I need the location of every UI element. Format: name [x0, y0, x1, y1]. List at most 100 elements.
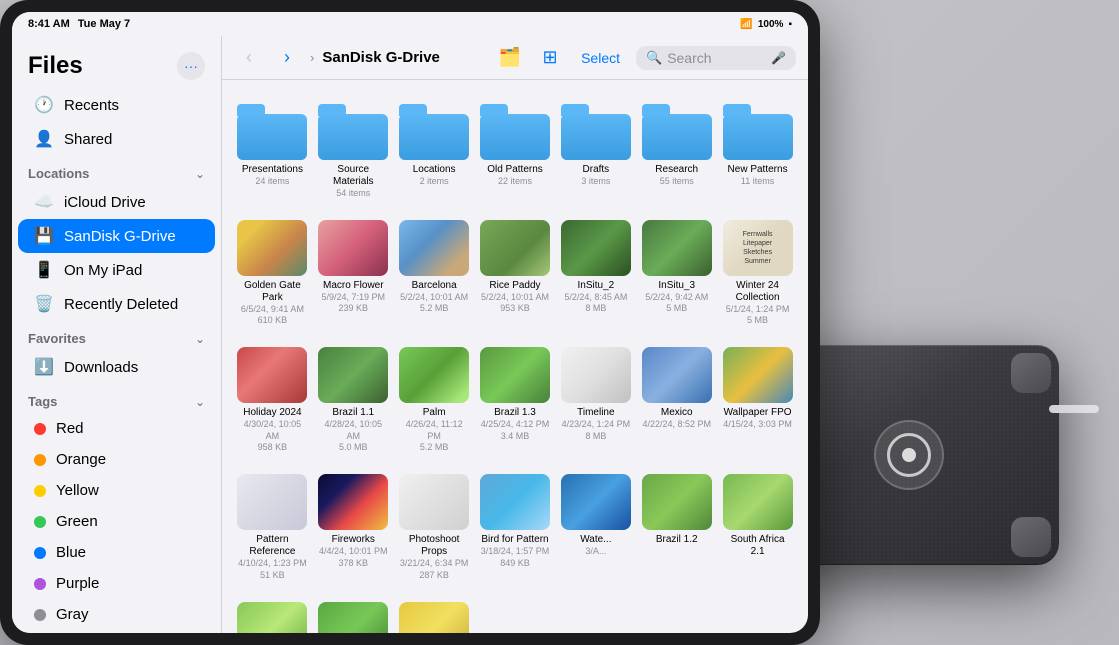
status-right: 📶 100% ▪ [740, 19, 792, 30]
thumb-winter24: FernwallsLitepaperSketchesSummer [723, 220, 793, 276]
folder-presentations[interactable]: Presentations 24 items [234, 96, 311, 208]
file-grid: Presentations 24 items Source Materials … [222, 80, 808, 633]
file-timeline[interactable]: Timeline 4/23/24, 1:24 PM8 MB [557, 339, 634, 462]
search-bar[interactable]: 🔍 Search 🎤 [636, 46, 796, 70]
file-argentina[interactable]: Argentina [234, 594, 311, 634]
file-fern22[interactable]: Fern 22 [315, 594, 392, 634]
file-insitu3-meta: 5/2/24, 9:42 AM5 MB [645, 292, 708, 315]
sidebar-item-downloads[interactable]: ⬇️ Downloads [18, 350, 215, 384]
ipad-screen: 8:41 AM Tue May 7 📶 100% ▪ Files ··· [12, 12, 808, 633]
file-photoshoot-name: Photoshoot Props [400, 534, 469, 558]
sidebar-item-tag-gray[interactable]: Gray [18, 599, 215, 630]
file-barcelona-name: Barcelona [412, 280, 457, 292]
file-tha[interactable]: Tha... [396, 594, 473, 634]
sidebar-item-sandisk[interactable]: 💾 SanDisk G-Drive [18, 219, 215, 253]
thumb-insitu3 [642, 220, 712, 276]
file-south-africa[interactable]: South Africa 2.1 [719, 466, 796, 589]
folder-icon-drafts [561, 104, 631, 160]
select-button[interactable]: Select [575, 46, 626, 70]
folder-new-patterns-name: New Patterns [728, 164, 788, 176]
sidebar-item-recently-deleted[interactable]: 🗑️ Recently Deleted [18, 287, 215, 321]
purple-tag-label: Purple [56, 575, 99, 592]
file-fireworks[interactable]: Fireworks 4/4/24, 10:01 PM378 KB [315, 466, 392, 589]
thumb-water [561, 474, 631, 530]
sidebar-header: Files ··· [12, 48, 221, 88]
file-mexico[interactable]: Mexico 4/22/24, 8:52 PM [638, 339, 715, 462]
file-area: ‹ › › SanDisk G-Drive 🗂️ ⊞ Select 🔍 [222, 36, 808, 633]
winter24-text: FernwallsLitepaperSketchesSummer [743, 230, 773, 266]
search-icon: 🔍 [646, 50, 662, 66]
sidebar-item-tag-orange[interactable]: Orange [18, 444, 215, 475]
file-rice-paddy[interactable]: Rice Paddy 5/2/24, 10:01 AM953 KB [477, 212, 554, 335]
folder-source-materials[interactable]: Source Materials 54 items [315, 96, 392, 208]
thumb-photoshoot [399, 474, 469, 530]
file-barcelona[interactable]: Barcelona 5/2/24, 10:01 AM5.2 MB [396, 212, 473, 335]
gray-tag-dot [34, 609, 46, 621]
shared-icon: 👤 [34, 129, 54, 149]
sidebar-item-tag-purple[interactable]: Purple [18, 568, 215, 599]
folder-new-patterns-meta: 11 items [741, 176, 774, 188]
locations-section-header[interactable]: Locations ⌄ [12, 156, 221, 185]
file-water[interactable]: Wate... 3/A... [557, 466, 634, 589]
thumb-holiday [237, 347, 307, 403]
file-golden-gate-name: Golden Gate Park [238, 280, 307, 304]
forward-button[interactable]: › [272, 43, 302, 73]
file-wallpaper[interactable]: Wallpaper FPO 4/15/24, 3:03 PM [719, 339, 796, 462]
file-insitu3[interactable]: InSitu_3 5/2/24, 9:42 AM5 MB [638, 212, 715, 335]
status-left: 8:41 AM Tue May 7 [28, 18, 130, 30]
file-insitu2-name: InSitu_2 [578, 280, 615, 292]
file-bird[interactable]: Bird for Pattern 3/18/24, 1:57 PM849 KB [477, 466, 554, 589]
sandisk-label: SanDisk G-Drive [64, 228, 176, 245]
folder-locations[interactable]: Locations 2 items [396, 96, 473, 208]
sidebar-item-tag-blue[interactable]: Blue [18, 537, 215, 568]
thumb-brazil13 [480, 347, 550, 403]
sidebar-item-on-my-ipad[interactable]: 📱 On My iPad [18, 253, 215, 287]
sidebar-item-icloud[interactable]: ☁️ iCloud Drive [18, 185, 215, 219]
file-winter24[interactable]: FernwallsLitepaperSketchesSummer Winter … [719, 212, 796, 335]
thumb-argentina [237, 602, 307, 634]
file-insitu2[interactable]: InSitu_2 5/2/24, 8:45 AM8 MB [557, 212, 634, 335]
trash-icon: 🗑️ [34, 294, 54, 314]
file-insitu3-name: InSitu_3 [658, 280, 695, 292]
file-brazil12[interactable]: Brazil 1.2 [638, 466, 715, 589]
file-macro-flower[interactable]: Macro Flower 5/9/24, 7:19 PM239 KB [315, 212, 392, 335]
on-my-ipad-label: On My iPad [64, 262, 142, 279]
file-brazil13[interactable]: Brazil 1.3 4/25/24, 4:12 PM3.4 MB [477, 339, 554, 462]
file-brazil12-name: Brazil 1.2 [656, 534, 698, 546]
sidebar-item-tag-red[interactable]: Red [18, 413, 215, 444]
favorites-section-header[interactable]: Favorites ⌄ [12, 321, 221, 350]
thumb-rice-paddy [480, 220, 550, 276]
file-brazil13-name: Brazil 1.3 [494, 407, 536, 419]
folder-new-patterns[interactable]: New Patterns 11 items [719, 96, 796, 208]
file-golden-gate[interactable]: Golden Gate Park 6/5/24, 9:41 AM610 KB [234, 212, 311, 335]
file-photoshoot[interactable]: Photoshoot Props 3/21/24, 6:34 PM287 KB [396, 466, 473, 589]
file-brazil11[interactable]: Brazil 1.1 4/28/24, 10:05 AM5.0 MB [315, 339, 392, 462]
thumb-macro-flower [318, 220, 388, 276]
main-area: Files ··· 🕐 Recents 👤 Shared Locations [12, 36, 808, 633]
back-button[interactable]: ‹ [234, 43, 264, 73]
file-south-africa-name: South Africa 2.1 [723, 534, 792, 558]
battery-label: 100% [758, 19, 784, 30]
more-button[interactable]: ··· [177, 52, 205, 80]
folder-old-patterns[interactable]: Old Patterns 22 items [477, 96, 554, 208]
sidebar-item-recents[interactable]: 🕐 Recents [18, 88, 215, 122]
sidebar-item-shared[interactable]: 👤 Shared [18, 122, 215, 156]
recents-icon: 🕐 [34, 95, 54, 115]
folder-drafts[interactable]: Drafts 3 items [557, 96, 634, 208]
grid-view-button[interactable]: ⊞ [535, 43, 565, 73]
folder-icon-locations [399, 104, 469, 160]
status-bar: 8:41 AM Tue May 7 📶 100% ▪ [12, 12, 808, 36]
folder-icon-presentations [237, 104, 307, 160]
sidebar-item-tag-green[interactable]: Green [18, 506, 215, 537]
folder-research[interactable]: Research 55 items [638, 96, 715, 208]
gdrive-corner-br [1011, 517, 1051, 557]
file-palm[interactable]: Palm 4/26/24, 11:12 PM5.2 MB [396, 339, 473, 462]
green-tag-dot [34, 516, 46, 528]
file-holiday2024[interactable]: Holiday 2024 4/30/24, 10:05 AM958 KB [234, 339, 311, 462]
tags-chevron: ⌄ [195, 395, 205, 409]
tags-section-header[interactable]: Tags ⌄ [12, 384, 221, 413]
sidebar-item-tag-yellow[interactable]: Yellow [18, 475, 215, 506]
file-pattern-ref[interactable]: Pattern Reference 4/10/24, 1:23 PM51 KB [234, 466, 311, 589]
file-bird-name: Bird for Pattern [481, 534, 548, 546]
folder-icon-button[interactable]: 🗂️ [495, 43, 525, 73]
